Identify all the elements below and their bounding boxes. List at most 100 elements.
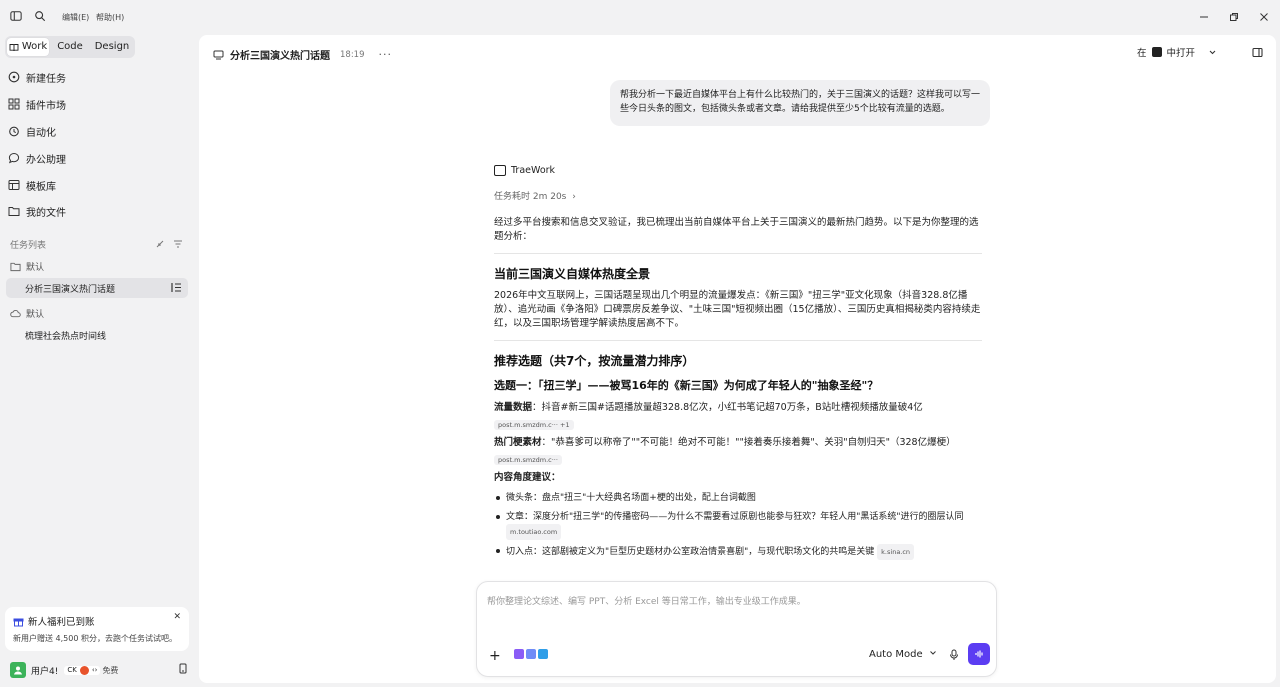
menu-edit[interactable]: 编辑(E) — [62, 12, 89, 23]
nav-my-files[interactable]: 我的文件 — [8, 200, 188, 222]
code-icon: ‹› — [91, 666, 98, 674]
alarm-clock-icon — [9, 126, 19, 137]
page-title: 分析三国演义热门话题 — [230, 51, 330, 62]
meme-text: ："恭喜爹可以称帝了""不可能！绝对不可能！""接着奏乐接着舞"、关羽"自刎归天… — [541, 437, 956, 448]
menu-help[interactable]: 帮助(H) — [96, 12, 124, 23]
task-group-default[interactable]: 默认 — [10, 260, 44, 273]
nav-new-task[interactable]: 新建任务 — [8, 66, 188, 88]
citation-text: post.m.smzdm.c··· — [498, 421, 558, 429]
mode-select[interactable]: Auto Mode — [869, 649, 937, 660]
composer-input[interactable]: 帮你整理论文综述、编写 PPT、分析 Excel 等日常工作，输出专业级工作成果… — [487, 594, 806, 607]
image-tool-icon[interactable] — [526, 649, 536, 659]
bullet-dot — [496, 549, 500, 553]
open-in-label: 中打开 — [1166, 48, 1196, 59]
user-message: 帮我分析一下最近自媒体平台上有什么比较热门的，关于三国演义的话题？这样我可以写一… — [610, 80, 990, 126]
task-item[interactable]: 梳理社会热点时间线 — [6, 325, 188, 345]
template-icon — [8, 180, 20, 190]
task-group-default-cloud[interactable]: 默认 — [10, 307, 44, 320]
promo-title: 新人福利已到账 — [28, 617, 95, 628]
nav-plugin-market[interactable]: 插件市场 — [8, 93, 188, 115]
task-group-label: 默认 — [26, 263, 45, 273]
user-bar: 用户4! CK ‹› 免费 — [10, 662, 188, 678]
nav-office-assistant[interactable]: 办公助理 — [8, 147, 188, 169]
composer-tools[interactable] — [514, 649, 548, 659]
gift-icon — [13, 618, 24, 626]
nav-label: 自动化 — [26, 127, 56, 139]
voice-send-button[interactable] — [968, 643, 990, 665]
more-options-button[interactable]: ··· — [379, 48, 393, 61]
chevron-right-icon: › — [572, 192, 576, 202]
waveform-icon — [975, 650, 983, 658]
chevron-down-icon — [1209, 50, 1216, 54]
bird-tool-icon[interactable] — [538, 649, 548, 659]
main-panel: 分析三国演义热门话题 18:19 ··· 在 中打开 帮我分析一下最近自媒体平台… — [199, 35, 1276, 683]
traffic-label: 流量数据 — [494, 402, 533, 413]
bullet-dot — [496, 515, 500, 519]
agent-header: TraeWork — [494, 165, 984, 176]
microphone-icon[interactable] — [949, 649, 959, 661]
ime-tray: CK ‹› — [64, 665, 101, 675]
filter-icon[interactable] — [173, 238, 183, 252]
task-item-label: 分析三国演义热门话题 — [25, 284, 116, 295]
meme-label: 热门梗素材 — [494, 437, 542, 448]
video-tool-icon[interactable] — [514, 649, 524, 659]
add-attachment-button[interactable]: + — [489, 648, 501, 664]
mode-tab-work[interactable]: Work — [7, 38, 49, 56]
agent-name: TraeWork — [511, 165, 556, 176]
folder-icon — [8, 207, 20, 216]
citation-link[interactable]: post.m.smzdm.c··· — [494, 455, 562, 465]
minimize-icon[interactable] — [1196, 9, 1212, 25]
angle-label: 内容角度建议 — [494, 472, 552, 483]
suggestion-list: 微头条：盘点"扭三"十大经典名场面+梗的出处，配上台词截图 文章：深度分析"扭三… — [494, 491, 984, 560]
agent-response: TraeWork 任务耗时 2m 20s › 经过多平台搜索和信息交叉验证，我已… — [494, 165, 984, 560]
section-heading: 推荐选题（共7个，按流量潜力排序） — [494, 354, 695, 368]
citation-more: +1 — [560, 421, 570, 429]
avatar[interactable] — [10, 662, 26, 678]
intro-paragraph: 经过多平台搜索和信息交叉验证，我已梳理出当前自媒体平台上关于三国演义的最新热门趋… — [494, 217, 979, 242]
divider — [494, 253, 982, 254]
close-icon[interactable] — [1256, 9, 1272, 25]
header-time: 18:19 — [340, 49, 365, 60]
topic-heading: 选题一：「扭三学」——被骂16年的《新三国》为何成了年轻人的"抽象圣经"？ — [494, 379, 879, 392]
search-icon[interactable] — [34, 10, 48, 24]
mode-tab-design[interactable]: Design — [91, 38, 133, 56]
cloud-icon — [10, 310, 21, 318]
nav-label: 插件市场 — [26, 100, 66, 112]
nav-automation[interactable]: 自动化 — [8, 120, 188, 142]
nav-label: 我的文件 — [26, 207, 66, 219]
nav-template-library[interactable]: 模板库 — [8, 174, 188, 196]
open-in-app-button[interactable]: 在 中打开 — [1137, 45, 1217, 59]
nav-label: 办公助理 — [26, 154, 66, 166]
task-duration[interactable]: 任务耗时 2m 20s › — [494, 189, 984, 202]
citation-row: post.m.smzdm.c··· +1 — [494, 416, 984, 430]
mode-tab-code[interactable]: Code — [49, 38, 91, 56]
app-icon — [1151, 47, 1162, 57]
task-item-active[interactable]: 分析三国演义热门话题 — [6, 278, 188, 298]
phone-icon[interactable] — [178, 663, 188, 677]
plan-badge[interactable]: 免费 — [102, 665, 118, 676]
chevron-down-icon — [929, 651, 936, 655]
sidebar-toggle-icon[interactable] — [10, 10, 24, 24]
divider — [494, 340, 982, 341]
chat-bubble-icon — [8, 152, 20, 164]
sogou-icon — [79, 665, 89, 675]
traffic-text: ：抖音#新三国#话题播放量超328.8亿次，小红书笔记超70万条，B站吐槽视频播… — [532, 402, 923, 413]
citation-link[interactable]: m.toutiao.com — [506, 524, 562, 540]
bullet-dot — [496, 496, 500, 500]
promo-close-icon[interactable]: ✕ — [173, 612, 181, 622]
list-item: 切入点：这部剧被定义为"巨型历史题材办公室政治情景喜剧"，与现代职场文化的共鸣是… — [496, 544, 984, 560]
task-outline-icon[interactable] — [171, 282, 182, 296]
message-composer[interactable]: 帮你整理论文综述、编写 PPT、分析 Excel 等日常工作，输出专业级工作成果… — [476, 581, 997, 677]
collapse-icon[interactable] — [155, 238, 165, 252]
promo-subtitle: 新用户赠送 4,500 积分，去跑个任务试试吧。 — [13, 634, 177, 643]
citation-link[interactable]: k.sina.cn — [877, 544, 915, 560]
panel-toggle-icon[interactable] — [1252, 47, 1263, 61]
nav-label: 新建任务 — [26, 73, 66, 85]
restore-icon[interactable] — [1226, 9, 1242, 25]
task-item-label: 梳理社会热点时间线 — [25, 331, 107, 342]
task-duration-label: 任务耗时 2m 20s — [494, 192, 567, 202]
chat-header: 分析三国演义热门话题 18:19 ··· — [213, 47, 392, 62]
list-item-text: 文章：深度分析"扭三学"的传播密码——为什么不需要看过原剧也能参与狂欢？年轻人用… — [506, 512, 964, 522]
task-list-label: 任务列表 — [10, 241, 47, 251]
citation-link[interactable]: post.m.smzdm.c··· +1 — [494, 420, 574, 430]
